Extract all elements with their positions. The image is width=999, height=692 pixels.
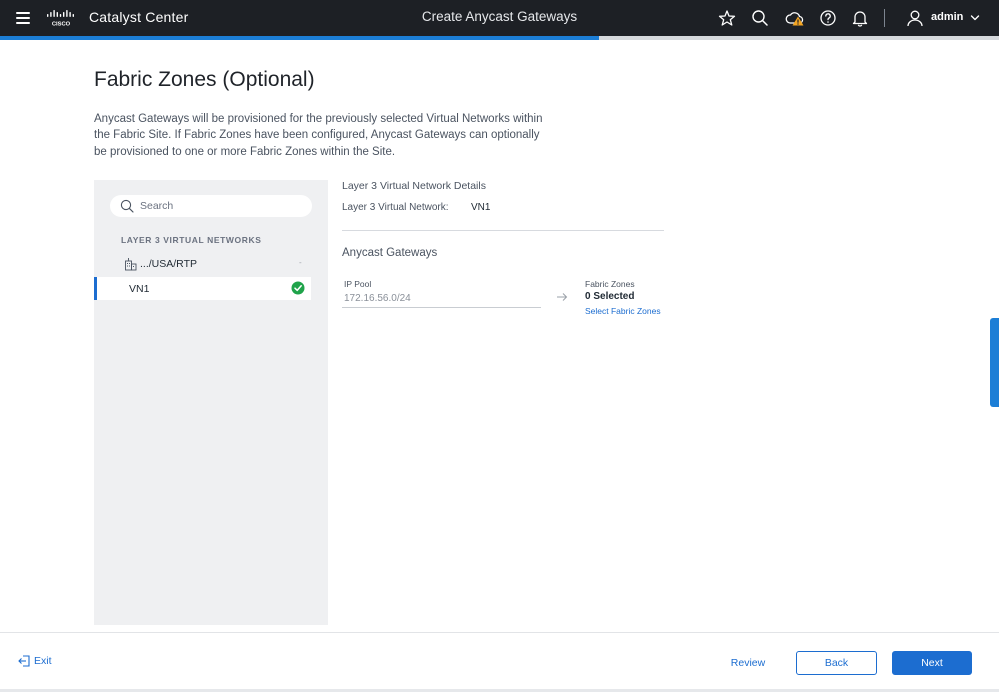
ip-pool-label: IP Pool: [344, 279, 372, 289]
app-name[interactable]: Catalyst Center: [89, 9, 188, 25]
selected-indicator: [94, 277, 97, 300]
vn-detail-value: VN1: [471, 202, 491, 213]
search-input[interactable]: [140, 197, 300, 215]
next-button[interactable]: Next: [892, 651, 972, 675]
footer-bar: Exit Review Back Next: [0, 632, 999, 692]
top-bar: CISCO Catalyst Center Create Anycast Gat…: [0, 0, 999, 36]
exit-icon: [18, 655, 30, 667]
page-description: Anycast Gateways will be provisioned for…: [94, 113, 543, 158]
fabric-zones-label: Fabric Zones: [585, 279, 635, 289]
ip-pool-field[interactable]: [342, 290, 541, 308]
search-icon: [120, 199, 134, 213]
help-icon[interactable]: [819, 9, 837, 27]
list-item-label: VN1: [129, 283, 150, 295]
user-icon[interactable]: [906, 9, 924, 27]
user-name[interactable]: admin: [931, 11, 963, 23]
building-icon: [125, 258, 137, 271]
list-item-vn1[interactable]: VN1: [94, 277, 311, 300]
cloud-warning-icon[interactable]: [785, 9, 805, 27]
star-icon[interactable]: [718, 9, 736, 27]
review-button[interactable]: Review: [723, 652, 773, 674]
exit-button[interactable]: Exit: [18, 655, 52, 667]
section-label: LAYER 3 VIRTUAL NETWORKS: [121, 235, 262, 245]
wizard-progress-bar: [0, 36, 999, 40]
site-collapse-toggle[interactable]: -: [299, 258, 302, 267]
back-button[interactable]: Back: [796, 651, 877, 675]
cisco-logo: CISCO: [47, 10, 74, 28]
anycast-gateways-title: Anycast Gateways: [342, 247, 438, 259]
menu-icon[interactable]: [16, 12, 30, 24]
page-section-title: Fabric Zones (Optional): [94, 68, 315, 91]
site-item[interactable]: .../USA/RTP -: [94, 253, 328, 275]
check-circle-icon: [291, 281, 305, 295]
virtual-network-panel: LAYER 3 VIRTUAL NETWORKS .../USA/RTP - V…: [94, 180, 328, 625]
bell-icon[interactable]: [851, 9, 869, 27]
side-drawer-tab[interactable]: [990, 318, 999, 407]
search-box[interactable]: [110, 195, 312, 217]
chevron-down-icon[interactable]: [970, 13, 980, 23]
svg-text:CISCO: CISCO: [52, 22, 71, 28]
divider: [342, 230, 664, 231]
vn-detail-label: Layer 3 Virtual Network:: [342, 202, 449, 213]
details-section-title: Layer 3 Virtual Network Details: [342, 180, 486, 192]
site-label: .../USA/RTP: [140, 258, 197, 270]
wizard-progress-fill: [0, 36, 600, 40]
search-icon[interactable]: [751, 9, 769, 27]
arrow-right-icon: [557, 293, 568, 301]
select-fabric-zones-link[interactable]: Select Fabric Zones: [585, 306, 661, 316]
fabric-zones-count: 0 Selected: [585, 291, 635, 302]
header-separator: [884, 9, 885, 27]
exit-label: Exit: [34, 655, 52, 667]
